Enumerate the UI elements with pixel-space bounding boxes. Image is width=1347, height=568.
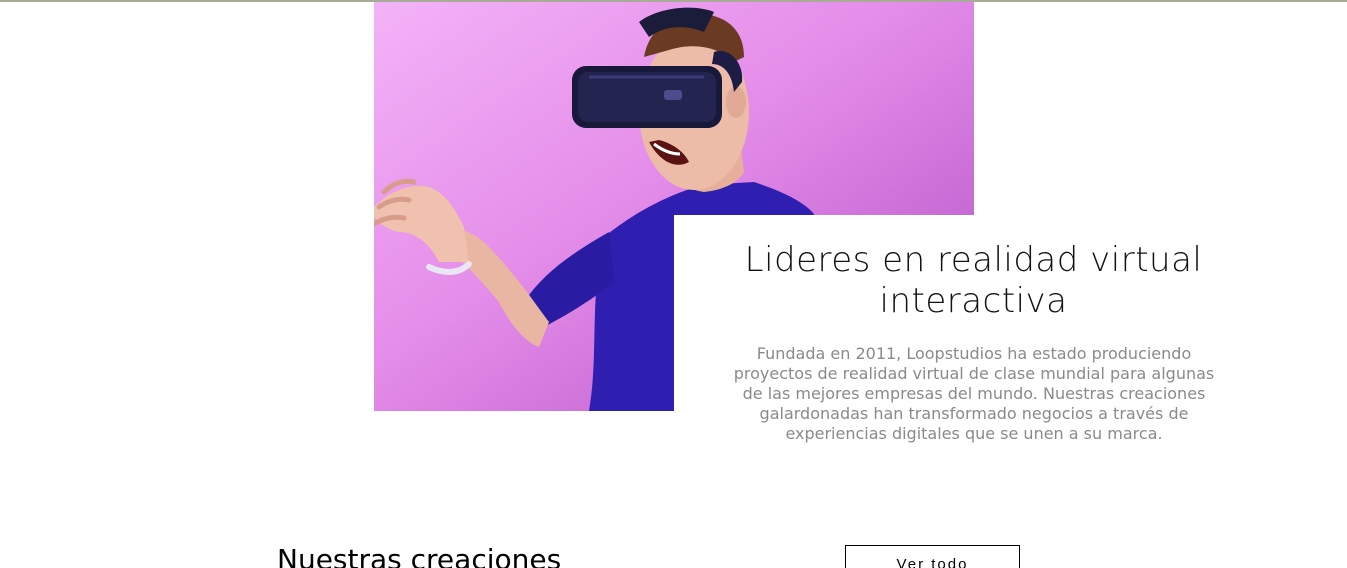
see-all-button[interactable]: Ver todo	[845, 545, 1020, 568]
hero-title: Lideres en realidad virtual interactiva	[744, 240, 1203, 321]
page: Lideres en realidad virtual interactiva …	[0, 0, 1347, 568]
hero-description: Fundada en 2011, Loopstudios ha estado p…	[733, 344, 1215, 443]
creations-title: Nuestras creaciones	[277, 543, 562, 568]
